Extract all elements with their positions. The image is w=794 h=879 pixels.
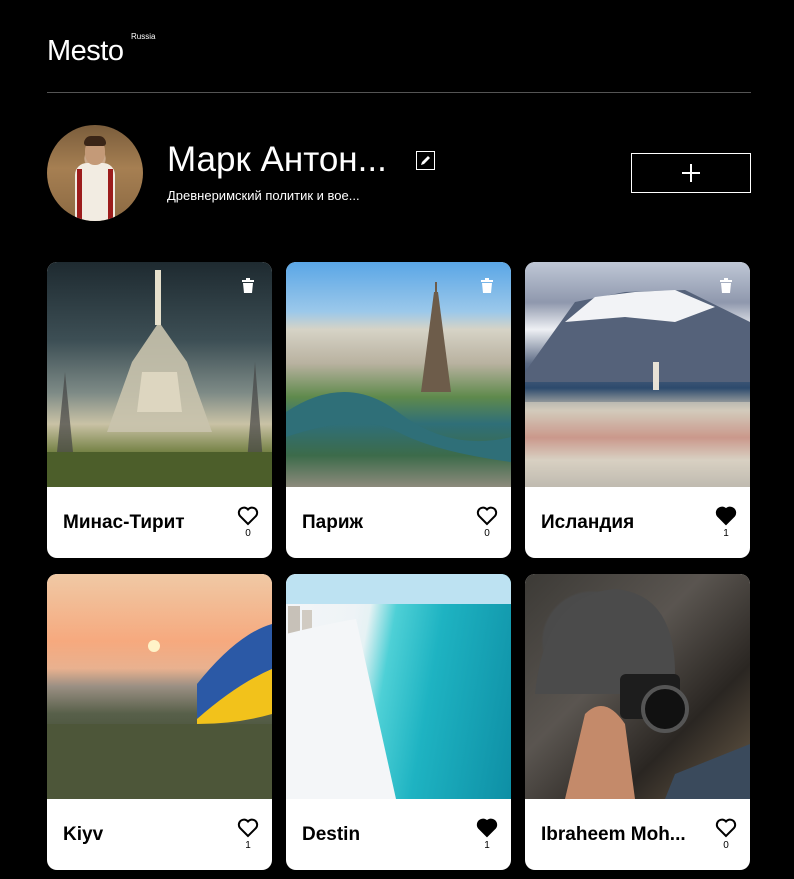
card-title: Kiyv xyxy=(63,824,104,845)
heart-icon xyxy=(237,506,259,526)
trash-icon xyxy=(481,278,493,293)
trash-icon xyxy=(242,278,254,293)
card-title: Destin xyxy=(302,824,361,845)
heart-icon xyxy=(715,506,737,526)
card-title: Исландия xyxy=(541,512,635,533)
like-button[interactable] xyxy=(476,506,498,526)
paris-illustration xyxy=(286,282,511,462)
like-button[interactable] xyxy=(715,506,737,526)
like-count: 1 xyxy=(484,840,490,851)
card-image[interactable] xyxy=(47,574,272,799)
card: Минас-Тирит 0 xyxy=(47,262,272,558)
pencil-icon xyxy=(421,156,430,165)
heart-icon xyxy=(476,506,498,526)
card: Destin 1 xyxy=(286,574,511,870)
card-title: Ibraheem Moh... xyxy=(541,824,686,845)
like-count: 0 xyxy=(723,840,729,851)
minas-tirith-illustration xyxy=(47,270,272,487)
like-button[interactable] xyxy=(476,818,498,838)
edit-profile-button[interactable] xyxy=(416,151,435,170)
profile-about: Древнеримский политик и вое... xyxy=(167,188,360,203)
photographer-illustration xyxy=(535,589,750,799)
card: Ibraheem Moh... 0 xyxy=(525,574,750,870)
like-count: 1 xyxy=(723,528,729,539)
card-image[interactable] xyxy=(525,262,750,487)
plus-icon xyxy=(682,164,700,182)
trash-icon xyxy=(720,278,732,293)
card-title: Минас-Тирит xyxy=(63,512,185,533)
card: Париж 0 xyxy=(286,262,511,558)
card-image[interactable] xyxy=(286,262,511,487)
header: Mesto Russia xyxy=(47,0,751,93)
avatar[interactable] xyxy=(47,125,143,221)
destin-illustration xyxy=(286,574,511,799)
kiyv-illustration xyxy=(47,624,272,799)
like-button[interactable] xyxy=(715,818,737,838)
iceland-illustration xyxy=(525,290,750,487)
like-button[interactable] xyxy=(237,506,259,526)
logo-superscript: Russia xyxy=(131,32,156,41)
like-button[interactable] xyxy=(237,818,259,838)
card-image[interactable] xyxy=(525,574,750,799)
delete-card-button[interactable] xyxy=(241,278,255,294)
add-card-button[interactable] xyxy=(631,153,751,193)
heart-icon xyxy=(715,818,737,838)
card: Kiyv 1 xyxy=(47,574,272,870)
delete-card-button[interactable] xyxy=(719,278,733,294)
like-count: 0 xyxy=(484,528,490,539)
card-image[interactable] xyxy=(47,262,272,487)
page: Mesto Russia Марк Антон... Древнеримский… xyxy=(0,0,794,879)
profile-name: Марк Антон... xyxy=(167,140,387,179)
like-count: 1 xyxy=(245,840,251,851)
card-image[interactable] xyxy=(286,574,511,799)
card: Исландия 1 xyxy=(525,262,750,558)
delete-card-button[interactable] xyxy=(480,278,494,294)
card-title: Париж xyxy=(302,512,363,533)
like-count: 0 xyxy=(245,528,251,539)
heart-icon xyxy=(237,818,259,838)
heart-icon xyxy=(476,818,498,838)
logo[interactable]: Mesto xyxy=(47,35,124,68)
